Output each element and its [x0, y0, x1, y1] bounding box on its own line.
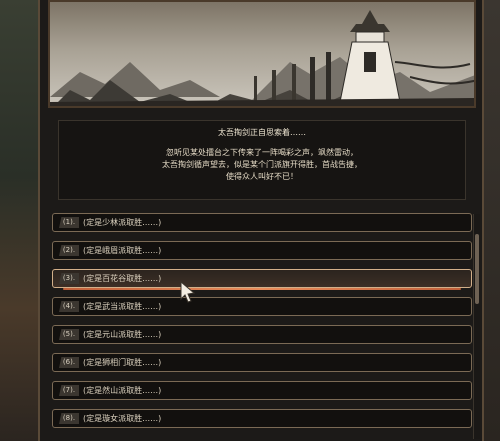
- choice-number-tag: (5).: [59, 329, 79, 340]
- choice-option-3[interactable]: (3). (定是百花谷取胜……): [52, 269, 472, 290]
- choice-option-2[interactable]: (2). (定是峨眉派取胜……): [52, 241, 472, 260]
- choice-label: (定是少林派取胜……): [83, 218, 162, 227]
- choice-label: (定是然山派取胜……): [83, 386, 162, 395]
- story-line: 太吾掏剑循声望去，似是某个门派旗开得胜，首战告捷，: [162, 160, 362, 169]
- choice-number-tag: (4).: [59, 301, 79, 312]
- choice-label: (定是百花谷取胜……): [83, 274, 162, 283]
- choice-label: (定是狮相门取胜……): [83, 358, 162, 367]
- left-background-scenery: [0, 0, 40, 441]
- choice-option-1[interactable]: (1). (定是少林派取胜……): [52, 213, 472, 232]
- arena-scene-illustration: [48, 0, 476, 108]
- choice-number-tag: (6).: [59, 357, 79, 368]
- story-line: 忽听见某处擂台之下传来了一阵喝彩之声，飒然雷动，: [166, 148, 358, 157]
- choice-number-tag: (3).: [59, 273, 79, 284]
- choice-option-6[interactable]: (6). (定是狮相门取胜……): [52, 353, 472, 372]
- choice-number-tag: (7).: [59, 385, 79, 396]
- story-body: 忽听见某处擂台之下传来了一阵喝彩之声，飒然雷动， 太吾掏剑循声望去，似是某个门派…: [59, 147, 465, 183]
- mouse-cursor-icon: [180, 281, 196, 303]
- scrollbar-thumb[interactable]: [475, 234, 479, 304]
- choice-number-tag: (2).: [59, 245, 79, 256]
- choice-option-4[interactable]: (4). (定是武当派取胜……): [52, 297, 472, 316]
- choice-label: (定是璇女派取胜……): [83, 414, 162, 423]
- choice-label: (定是武当派取胜……): [83, 302, 162, 311]
- choice-number-tag: (8).: [59, 413, 79, 424]
- choice-option-5[interactable]: (5). (定是元山派取胜……): [52, 325, 472, 344]
- choice-label: (定是峨眉派取胜……): [83, 246, 162, 255]
- choice-label: (定是元山派取胜……): [83, 330, 162, 339]
- choice-list: (1). (定是少林派取胜……) (2). (定是峨眉派取胜……) (3). (…: [48, 213, 476, 441]
- choice-number-tag: (1).: [59, 217, 79, 228]
- choice-scrollbar[interactable]: [473, 214, 480, 439]
- story-title: 太吾掏剑正自思索着……: [218, 128, 306, 137]
- event-dialog-panel: 太吾掏剑正自思索着…… 忽听见某处擂台之下传来了一阵喝彩之声，飒然雷动， 太吾掏…: [38, 0, 484, 441]
- story-line: 使得众人叫好不已！: [226, 172, 298, 181]
- choice-option-7[interactable]: (7). (定是然山派取胜……): [52, 381, 472, 400]
- story-text-box: 太吾掏剑正自思索着…… 忽听见某处擂台之下传来了一阵喝彩之声，飒然雷动， 太吾掏…: [58, 120, 466, 200]
- choice-option-8[interactable]: (8). (定是璇女派取胜……): [52, 409, 472, 428]
